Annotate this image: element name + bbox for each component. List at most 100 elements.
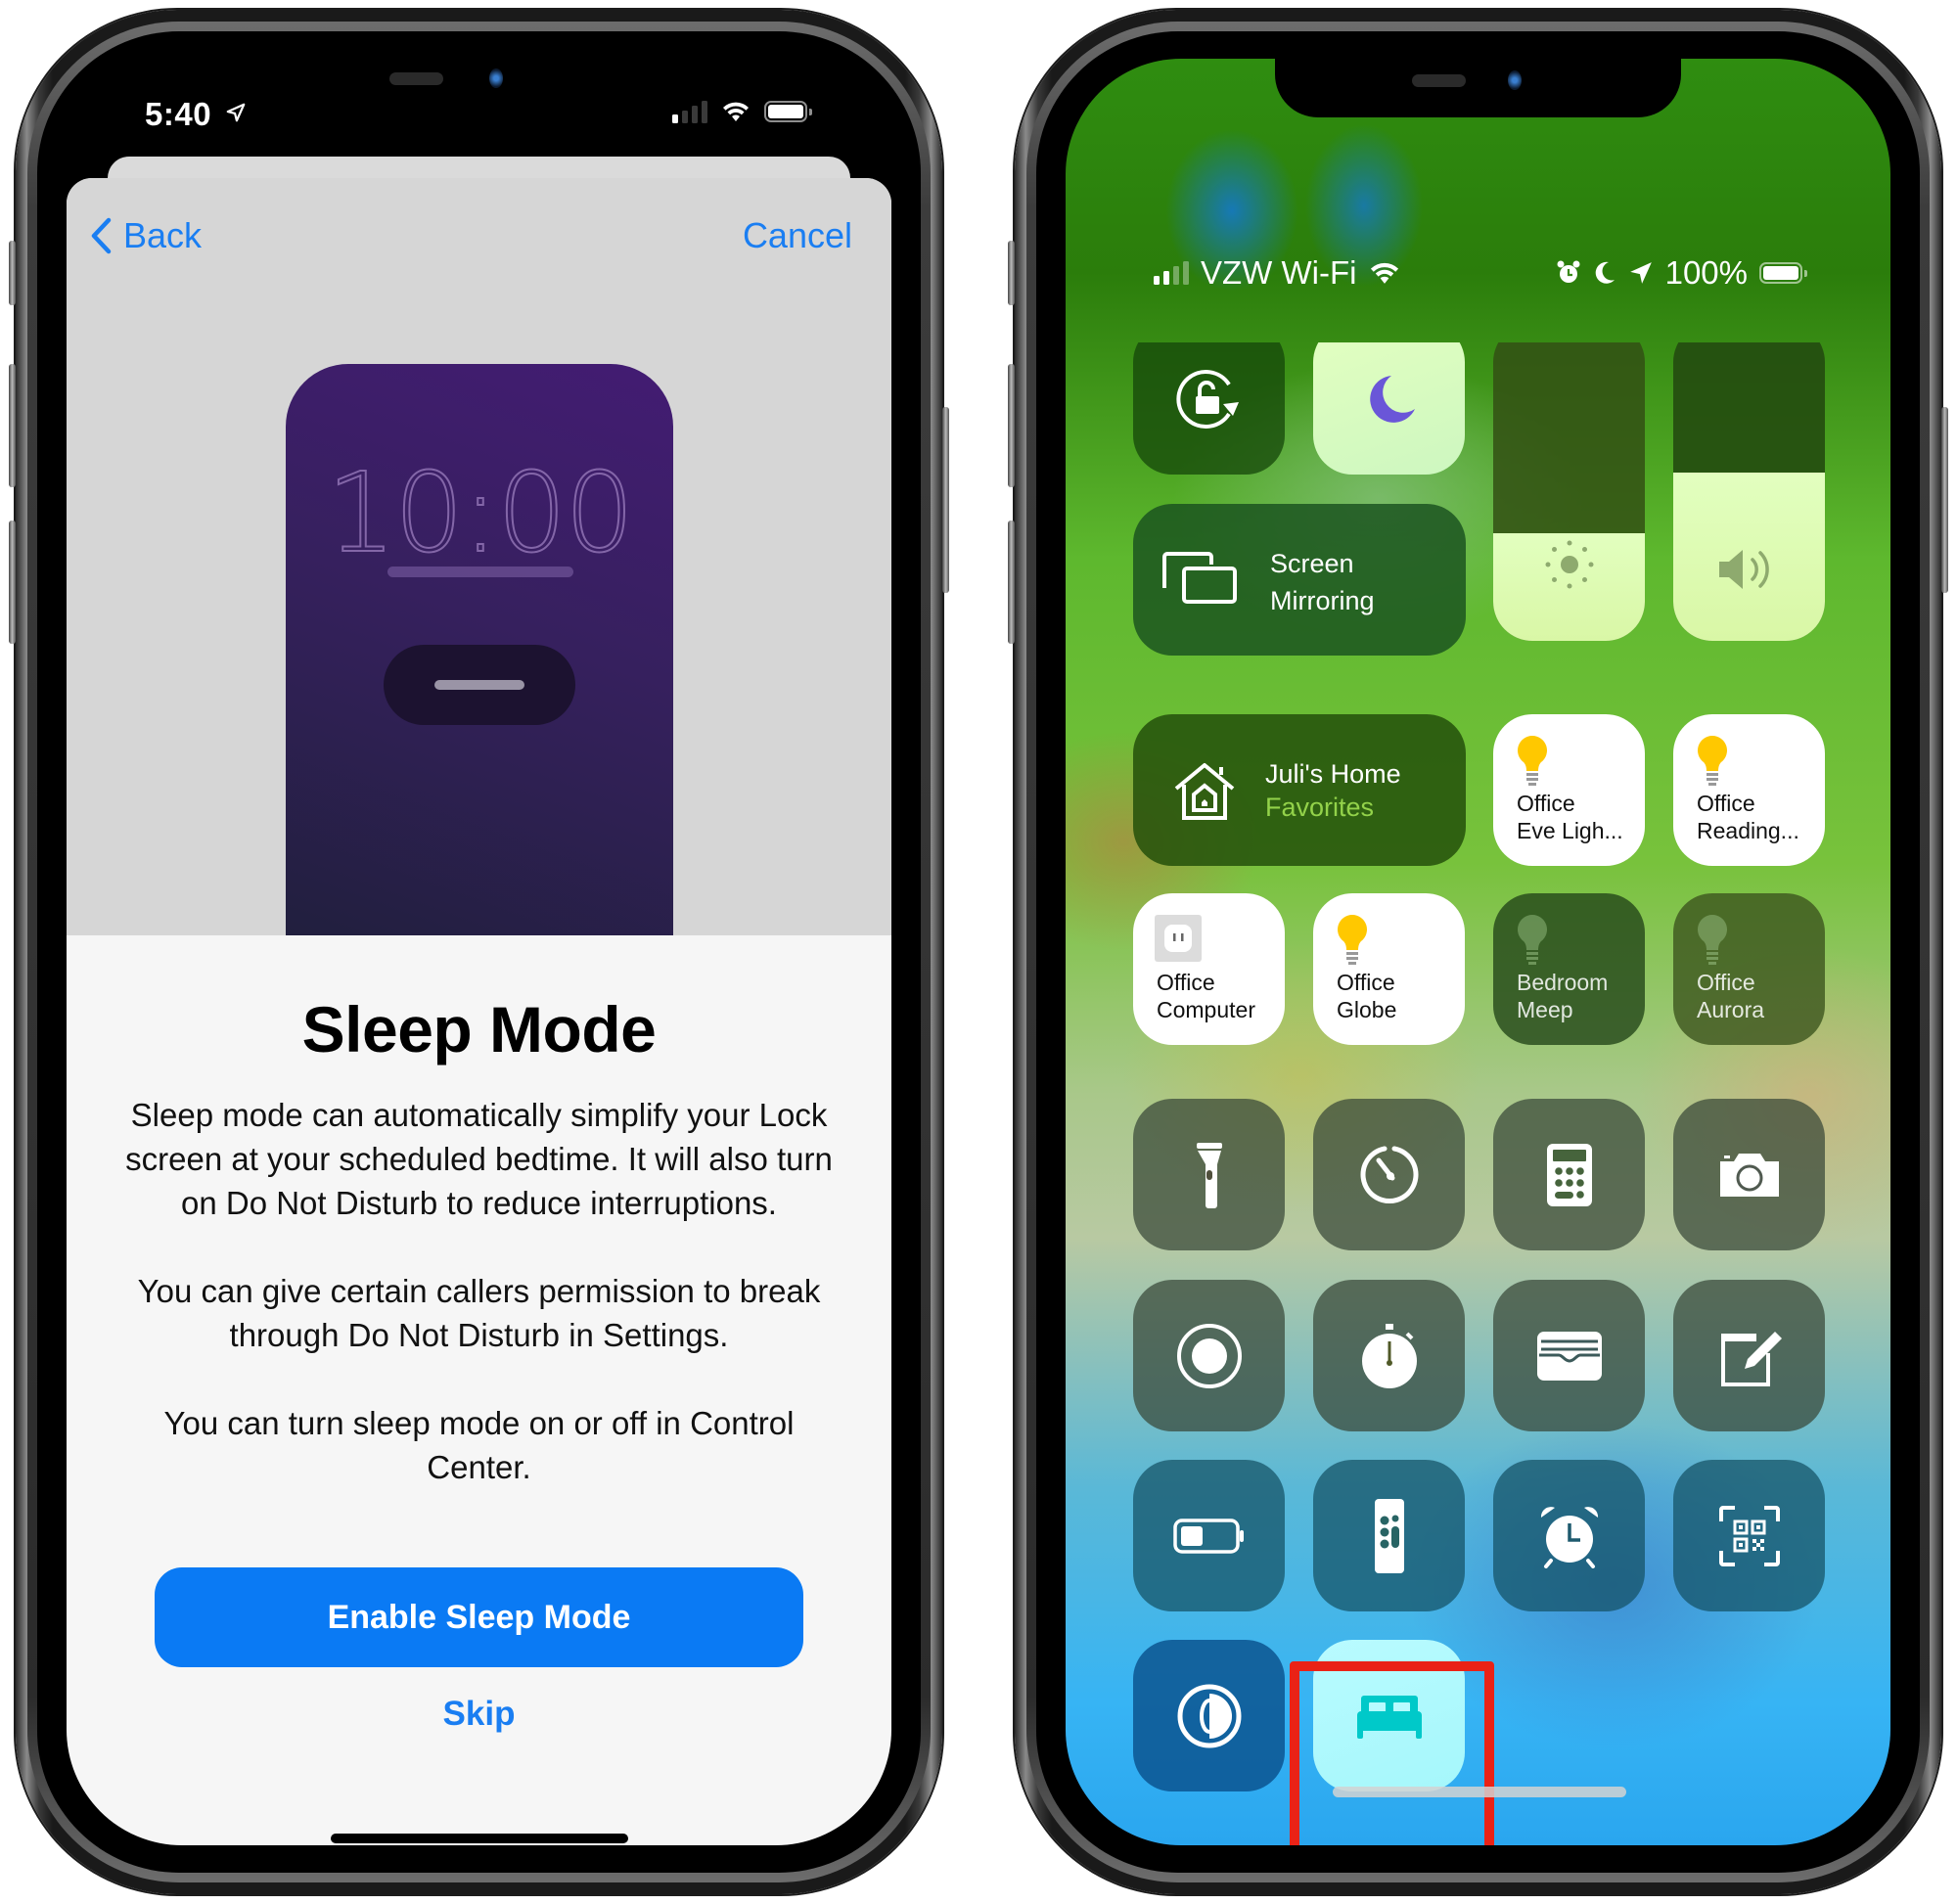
do-not-disturb-toggle[interactable] [1313,342,1465,475]
home-title: Juli's Home [1265,759,1401,789]
notes-button[interactable] [1673,1280,1825,1431]
cellular-signal-icon [672,100,707,123]
volume-down-button [1008,521,1015,644]
lightbulb-icon [1698,736,1727,786]
sleep-mode-button[interactable] [1313,1640,1465,1791]
chevron-left-icon [91,217,112,254]
accessory-bedroom-meep[interactable]: Bedroom Meep [1493,893,1645,1045]
remote-icon [1374,1498,1404,1573]
setup-sheet: Back Cancel 10:00 Sleep Mode Sleep mode … [67,178,891,1845]
qr-code-icon [1718,1505,1780,1566]
screen-mirroring-label: Mirroring [1270,586,1375,615]
accessory-office-reading[interactable]: Office Reading... [1673,714,1825,866]
calculator-icon [1546,1143,1592,1206]
cancel-button[interactable]: Cancel [743,215,852,256]
outlet-icon [1155,915,1202,962]
accessory-office-eve-light[interactable]: Office Eve Ligh... [1493,714,1645,866]
moon-icon [1369,375,1415,423]
sun-icon [1545,540,1593,589]
lightbulb-icon [1338,915,1367,965]
lightbulb-icon [1518,736,1547,786]
lock-screen-illustration: 10:00 [286,364,673,935]
flashlight-button[interactable] [1133,1099,1285,1250]
earpiece-speaker [1412,74,1466,87]
sleep-mode-setup-screen: 5:40 Back Cancel 10:00 Sleep Mode Sleep … [67,59,891,1845]
low-battery-icon [1172,1518,1244,1554]
speaker-icon [1718,550,1769,589]
dark-mode-icon [1177,1684,1241,1747]
battery-percent: 100% [1664,254,1748,291]
control-center: Screen Mirroring Juli's Home Favorites O… [1066,342,1890,1845]
carrier-label: VZW Wi-Fi [1201,254,1357,291]
wifi-icon [723,102,749,121]
description-paragraph: Sleep mode can automatically simplify yo… [125,1097,833,1221]
stopwatch-button[interactable] [1313,1280,1465,1431]
wallet-button[interactable] [1493,1280,1645,1431]
control-center-screen: VZW Wi-Fi 100% Screen Mirroring Juli's H… [1066,59,1890,1845]
volume-down-button [9,521,16,644]
status-time: 5:40 [145,96,247,133]
camera-icon [1719,1153,1779,1197]
volume-slider[interactable] [1673,342,1825,641]
brightness-slider[interactable] [1493,342,1645,641]
rotation-lock-icon [1175,369,1239,429]
right-phone-frame: VZW Wi-Fi 100% Screen Mirroring Juli's H… [1008,10,1948,1894]
lightbulb-icon [1698,915,1727,965]
page-title: Sleep Mode [301,993,657,1065]
timer-button[interactable] [1313,1099,1465,1250]
home-indicator[interactable] [331,1834,628,1843]
earpiece-speaker [389,72,443,85]
flashlight-icon [1196,1142,1222,1208]
cellular-signal-icon [1154,261,1189,285]
screen-mirroring-button[interactable]: Screen Mirroring [1133,504,1466,656]
mute-switch [1008,241,1015,305]
alarm-button[interactable] [1493,1460,1645,1611]
illustration-date-bar [387,567,573,577]
home-icon [1174,763,1235,820]
side-button [1941,407,1948,593]
description-paragraph: You can turn sleep mode on or off in Con… [163,1405,795,1485]
qr-code-scanner-button[interactable] [1673,1460,1825,1611]
camera-button[interactable] [1673,1099,1825,1250]
illustration-time: 10:00 [326,449,636,578]
accessory-office-computer[interactable]: Office Computer [1133,893,1285,1045]
alarm-icon [1540,1506,1598,1568]
wifi-icon [1371,262,1399,284]
bed-icon [1356,1695,1422,1739]
rotation-lock-toggle[interactable] [1133,342,1285,475]
home-indicator[interactable] [1333,1787,1626,1797]
description-paragraph: You can give certain callers permission … [137,1273,821,1353]
volume-up-button [9,364,16,487]
skip-button[interactable]: Skip [67,1695,891,1734]
calculator-button[interactable] [1493,1099,1645,1250]
screen-mirroring-label: Screen [1270,549,1354,578]
low-power-mode-button[interactable] [1133,1460,1285,1611]
battery-icon [1759,262,1807,284]
dark-mode-button[interactable] [1133,1640,1285,1791]
front-camera [489,68,503,88]
volume-up-button [1008,364,1015,487]
apple-tv-remote-button[interactable] [1313,1460,1465,1611]
battery-icon [764,101,812,122]
side-button [942,407,949,593]
wallet-icon [1536,1331,1602,1381]
screen-mirroring-icon [1162,552,1237,604]
front-camera [1508,70,1522,90]
record-icon [1176,1323,1242,1388]
notch [1275,59,1681,117]
accessory-office-globe[interactable]: Office Globe [1313,893,1465,1045]
accessory-office-aurora[interactable]: Office Aurora [1673,893,1825,1045]
alarm-icon [1557,260,1580,283]
home-subtitle: Favorites [1265,793,1375,822]
home-favorites-button[interactable]: Juli's Home Favorites [1133,714,1466,866]
notes-icon [1720,1331,1782,1386]
location-arrow-icon [226,103,246,122]
timer-icon [1360,1146,1418,1203]
illustration-pill [384,645,575,725]
status-bar: VZW Wi-Fi 100% [1066,254,1890,294]
lightbulb-icon [1518,915,1547,965]
hero-area: Back Cancel 10:00 [67,178,891,935]
back-button[interactable]: Back [90,215,202,256]
screen-recording-button[interactable] [1133,1280,1285,1431]
enable-sleep-mode-button[interactable]: Enable Sleep Mode [155,1567,803,1667]
